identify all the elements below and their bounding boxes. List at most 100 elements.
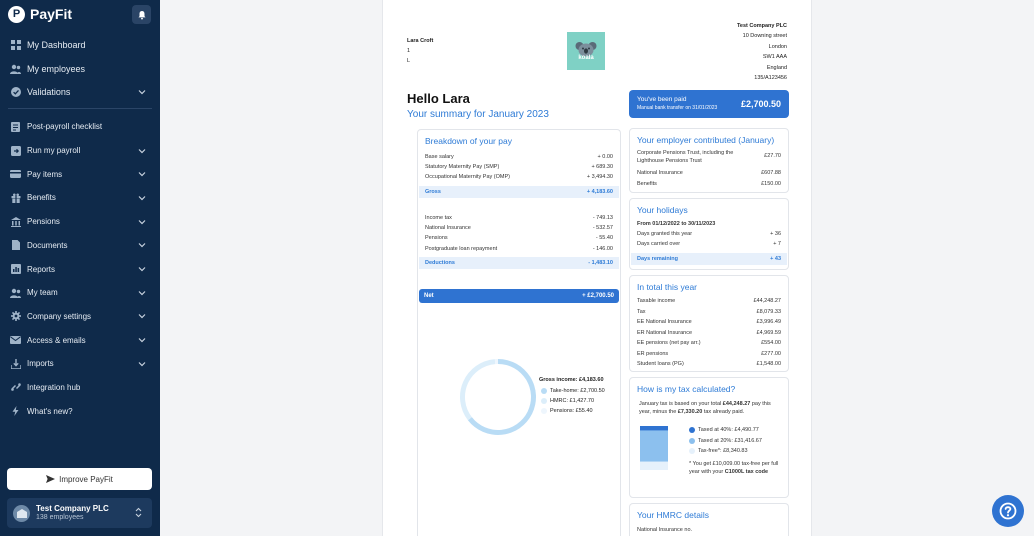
sidebar-item-label: Imports xyxy=(27,359,54,369)
card-title: Breakdown of your pay xyxy=(425,136,512,146)
sidebar-item-my-employees[interactable]: My employees xyxy=(0,57,160,81)
legend-item: Take-home: £2,700.50 xyxy=(539,386,605,396)
chevron-down-icon xyxy=(138,172,146,177)
row-label: National Insurance xyxy=(425,225,471,231)
row-value: £3,996.49 xyxy=(756,319,781,325)
payfit-logo-icon: P xyxy=(8,5,25,23)
row-value: - 1,483.10 xyxy=(588,260,613,266)
company-name: Test Company PLC xyxy=(36,504,109,513)
brand[interactable]: P PayFit xyxy=(8,5,72,23)
company-employee-count: 138 employees xyxy=(36,514,84,521)
card-icon xyxy=(10,169,21,180)
row-label: Occupational Maternity Pay (OMP) xyxy=(425,174,510,180)
sidebar-item-company-settings[interactable]: Company settings xyxy=(0,305,160,329)
sidebar-item-access-emails[interactable]: Access & emails xyxy=(0,328,160,352)
improve-payfit-label: Improve PayFit xyxy=(59,474,113,484)
sidebar-item-integration-hub[interactable]: Integration hub xyxy=(0,376,160,400)
holidays-card: Your holidays From 01/12/2022 to 30/11/2… xyxy=(629,198,789,270)
sidebar-item-documents[interactable]: Documents xyxy=(0,234,160,258)
holiday-period: From 01/12/2022 to 30/11/2023 xyxy=(637,219,781,229)
tax-legend-dot-free xyxy=(689,448,695,455)
tax-legend-item: Taxed at 40%: £4,490.77 xyxy=(689,425,762,436)
chevron-down-icon xyxy=(138,267,146,272)
company-switcher[interactable]: Test Company PLC 138 employees xyxy=(7,498,152,528)
sidebar-item-my-team[interactable]: My team xyxy=(0,281,160,305)
sidebar-item-whats-new[interactable]: What's new? xyxy=(0,399,160,423)
paid-subtitle: Manual bank transfer on 31/01/2023 xyxy=(637,105,718,111)
gear-icon xyxy=(10,311,21,322)
donut-legend: Gross income: £4,183.60 Take-home: £2,70… xyxy=(539,377,605,416)
chevron-down-icon xyxy=(138,219,146,225)
sidebar-item-pensions[interactable]: Pensions xyxy=(0,210,160,234)
logo-text: koala xyxy=(578,55,594,61)
tax-legend: Taxed at 40%: £4,490.77 Taxed at 20%: £3… xyxy=(689,425,762,457)
sidebar-item-post-payroll-checklist[interactable]: Post-payroll checklist xyxy=(0,115,160,139)
row-value: £4,969.59 xyxy=(756,329,781,336)
sidebar-item-label: Pay items xyxy=(27,169,63,179)
mail-icon xyxy=(10,335,21,346)
total-row: Taxable income £44,248.27 xyxy=(637,296,781,306)
row-value: £44,248.27 xyxy=(753,298,781,304)
chevron-down-icon xyxy=(138,148,146,153)
greeting: Hello Lara xyxy=(407,91,470,106)
row-label: Tax xyxy=(637,308,646,315)
net-pay-row: Net + £2,700.50 xyxy=(419,289,619,303)
improve-payfit-button[interactable]: Improve PayFit xyxy=(7,468,152,490)
sidebar-item-label: Pensions xyxy=(27,217,60,227)
paid-card: You've been paid Manual bank transfer on… xyxy=(629,90,789,118)
tax-intro-total: £44,248.27 xyxy=(722,401,751,407)
sidebar-item-label: My Dashboard xyxy=(27,39,86,50)
row-label: Student loans (PG) xyxy=(637,361,684,367)
company-address-line: SW1 AAA xyxy=(762,54,787,61)
sidebar-item-reports[interactable]: Reports xyxy=(0,257,160,281)
chevron-up-down-icon xyxy=(135,507,142,518)
deduction-row: Postgraduate loan repayment - 146.00 xyxy=(425,244,613,254)
row-value: + 36 xyxy=(770,231,781,237)
sidebar-item-my-dashboard[interactable]: My Dashboard xyxy=(0,33,160,57)
row-value: + £2,700.50 xyxy=(582,293,614,299)
row-label: Days remaining xyxy=(637,256,678,262)
help-button[interactable] xyxy=(992,495,1024,527)
gift-icon xyxy=(10,192,21,203)
deductions-total-row: Deductions - 1,483.10 xyxy=(419,257,619,269)
holiday-row: Days granted this year + 36 xyxy=(637,229,781,239)
tax-legend-dot-20 xyxy=(689,437,695,444)
holiday-row: Days carried over + 7 xyxy=(637,239,781,249)
total-row: EE National Insurance £3,996.49 xyxy=(637,317,781,327)
tax-intro-text: January tax is based on your total xyxy=(639,401,723,407)
sidebar-item-validations[interactable]: Validations xyxy=(0,80,160,104)
row-value: £8,079.33 xyxy=(756,308,781,315)
row-value: + 43 xyxy=(770,256,781,262)
donut-slice-1 xyxy=(460,359,496,421)
sidebar-item-run-my-payroll[interactable]: Run my payroll xyxy=(0,139,160,163)
chevron-down-icon xyxy=(138,361,146,367)
legend-dot-hmrc xyxy=(541,398,547,404)
tax-bands-bar-chart xyxy=(640,426,668,470)
sidebar-item-label: What's new? xyxy=(27,406,73,416)
sidebar-item-benefits[interactable]: Benefits xyxy=(0,186,160,210)
sidebar-item-label: Company settings xyxy=(27,311,92,321)
chevron-down-icon xyxy=(138,196,146,201)
row-label: Benefits xyxy=(637,181,657,187)
total-row: Tax £8,079.33 xyxy=(637,307,781,317)
company-avatar-icon xyxy=(13,504,30,522)
row-label: National Insurance no. xyxy=(637,527,693,533)
sidebar-item-pay-items[interactable]: Pay items xyxy=(0,162,160,186)
total-row: EE pensions (net pay arr.) £554.00 xyxy=(637,338,781,348)
deduction-row: National Insurance - 532.57 xyxy=(425,223,613,233)
sidebar-item-imports[interactable]: Imports xyxy=(0,352,160,376)
paid-title: You've been paid xyxy=(637,96,687,103)
notifications-bell-icon[interactable] xyxy=(132,5,151,24)
send-icon xyxy=(46,475,56,483)
row-value: + 0.00 xyxy=(597,154,613,160)
sidebar-nav: My Dashboard My employees Validations Po… xyxy=(0,33,160,423)
row-label: Income tax xyxy=(425,215,452,221)
legend-label: Take-home: £2,700.50 xyxy=(550,388,605,394)
deduction-row: Income tax - 749.13 xyxy=(425,213,613,223)
row-label: Postgraduate loan repayment xyxy=(425,246,498,252)
legend-title: Gross income: £4,183.60 xyxy=(539,377,604,383)
row-value: £554.00 xyxy=(761,340,781,346)
question-mark-icon xyxy=(999,502,1017,520)
chevron-down-icon xyxy=(138,314,146,319)
company-address: Test Company PLC 10 Downing street Londo… xyxy=(737,21,787,83)
